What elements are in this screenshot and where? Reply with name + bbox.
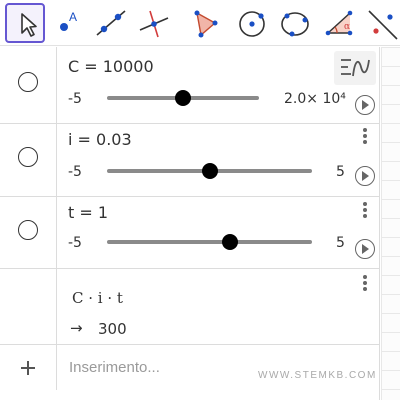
circle-three-points-tool-button[interactable] <box>275 3 315 43</box>
more-options-icon[interactable] <box>362 202 368 220</box>
expression-formula[interactable]: C · i · t <box>72 289 123 307</box>
perpendicular-line-icon <box>139 10 169 38</box>
line-through-two-points-icon <box>96 10 126 36</box>
play-button[interactable] <box>355 95 375 115</box>
visibility-toggle[interactable] <box>18 72 38 92</box>
line-tool-button[interactable] <box>91 3 131 43</box>
polygon-tool-button[interactable] <box>185 3 225 43</box>
slider-definition[interactable]: i = 0.03 <box>68 130 132 149</box>
input-row <box>0 345 380 390</box>
slider-min: -5 <box>68 235 82 251</box>
angle-tool-button[interactable]: α <box>320 3 360 43</box>
graphics-view[interactable] <box>381 47 400 400</box>
move-tool-button[interactable] <box>5 3 45 43</box>
visibility-toggle[interactable] <box>18 220 38 240</box>
perpendicular-line-tool-button[interactable] <box>134 3 174 43</box>
toolbar: A α <box>0 0 400 46</box>
reflect-about-line-icon <box>368 10 398 40</box>
marble-column <box>0 47 57 123</box>
marble-column <box>0 197 57 268</box>
slider-max: 2.0× 10⁴ <box>284 91 346 107</box>
circle-tool-button[interactable] <box>232 3 272 43</box>
slider-max: 5 <box>336 164 345 180</box>
slider-definition[interactable]: t = 1 <box>68 203 108 222</box>
visibility-toggle[interactable] <box>18 147 38 167</box>
point-icon: A <box>60 10 77 31</box>
expression-row: C · i · t → 300 <box>0 269 380 345</box>
slider-row-t: t = 1 -5 5 <box>0 197 380 269</box>
slider-thumb[interactable] <box>175 90 191 106</box>
play-button[interactable] <box>355 166 375 186</box>
angle-icon: α <box>325 10 353 36</box>
reflect-tool-button[interactable] <box>363 3 400 43</box>
result-arrow: → <box>70 319 83 337</box>
slider-track[interactable] <box>107 240 312 244</box>
algebra-description-toggle-icon <box>341 59 370 77</box>
slider-row-i: i = 0.03 -5 5 <box>0 124 380 197</box>
point-label: A <box>69 10 77 24</box>
algebra-input[interactable] <box>58 345 380 390</box>
circle-three-points-icon <box>281 12 309 37</box>
marble-column <box>0 124 57 196</box>
polygon-icon <box>194 10 218 38</box>
slider-min: -5 <box>68 164 82 180</box>
circle-center-point-icon <box>239 11 265 37</box>
algebra-description-toggle-button[interactable] <box>334 51 376 85</box>
add-input-icon[interactable] <box>0 345 57 390</box>
marble-column <box>0 269 57 344</box>
cursor-arrow-icon <box>21 13 37 37</box>
slider-thumb[interactable] <box>222 234 238 250</box>
expression-result: 300 <box>98 320 127 338</box>
slider-row-c: C = 10000 -5 2.0× 10⁴ <box>0 47 380 124</box>
point-tool-button[interactable]: A <box>48 3 88 43</box>
play-button[interactable] <box>355 239 375 259</box>
slider-min: -5 <box>68 91 82 107</box>
angle-label: α <box>344 22 350 32</box>
more-options-icon[interactable] <box>362 128 368 146</box>
algebra-view: C = 10000 -5 2.0× 10⁴ i = 0.03 -5 5 t = … <box>0 47 380 400</box>
slider-definition[interactable]: C = 10000 <box>68 57 154 76</box>
slider-max: 5 <box>336 235 345 251</box>
slider-thumb[interactable] <box>202 163 219 179</box>
more-options-icon[interactable] <box>362 275 368 293</box>
